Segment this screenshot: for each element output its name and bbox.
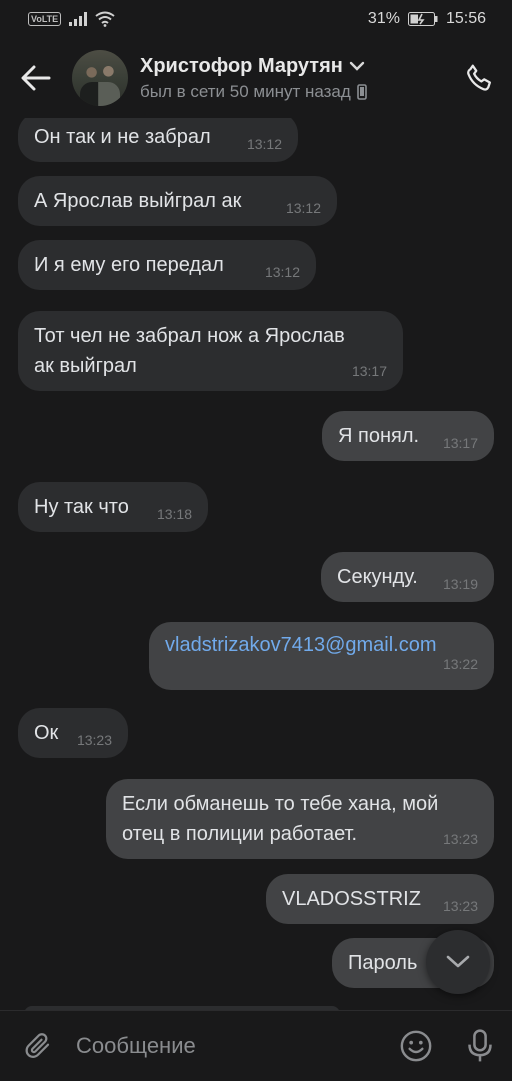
message-text: Тот чел не забрал нож а Ярослав — [34, 325, 345, 347]
message-outgoing[interactable]: Я понял. 13:17 — [322, 411, 494, 461]
message-text: А Ярослав выйграл ак — [34, 190, 242, 212]
message-text: ак выйграл — [34, 355, 137, 377]
message-text: Я понял. — [338, 425, 420, 447]
message-text: VLADOSSTRIZ — [282, 888, 421, 910]
message-outgoing[interactable]: Если обманешь то тебе хана, мой отец в п… — [106, 779, 494, 859]
smartphone-icon — [356, 83, 367, 100]
message-text: Ну так что — [34, 496, 129, 518]
scroll-down-button[interactable] — [426, 930, 490, 994]
chevron-down-icon — [446, 955, 470, 968]
message-incoming[interactable]: Тот чел не забрал нож а Ярослав ак выйгр… — [18, 311, 403, 391]
message-time: 13:19 — [442, 576, 478, 592]
battery-percent: 31% — [367, 10, 400, 27]
back-button[interactable] — [0, 38, 72, 118]
message-time: 13:23 — [76, 732, 112, 748]
message-outgoing[interactable]: VLADOSSTRIZ 13:23 — [266, 874, 494, 924]
call-button[interactable] — [448, 38, 512, 118]
chat-header: Христофор Марутян был в сети 50 минут на… — [0, 38, 512, 118]
message-input[interactable]: Сообщение — [76, 1033, 384, 1059]
message-time: 13:12 — [285, 200, 321, 216]
email-link[interactable]: vladstrizakov7413@gmail.com — [165, 630, 478, 660]
paperclip-icon — [25, 1032, 50, 1058]
message-text: Ок — [34, 722, 59, 744]
message-list[interactable]: Он так и не забрал 13:12 А Ярослав выйгр… — [0, 118, 512, 1010]
message-outgoing[interactable]: vladstrizakov7413@gmail.com 13:22 — [149, 622, 494, 690]
wifi-icon — [95, 11, 115, 27]
clock: 15:56 — [445, 10, 486, 27]
message-time: 13:17 — [442, 435, 478, 451]
smile-icon — [400, 1030, 432, 1061]
emoji-button[interactable] — [384, 1011, 448, 1081]
message-text: Пароль — [348, 952, 418, 974]
message-incoming[interactable]: И я ему его передал 13:12 — [18, 240, 316, 290]
peer-info[interactable]: Христофор Марутян был в сети 50 минут на… — [140, 55, 448, 102]
message-text: отец в полиции работает. — [122, 823, 358, 845]
chevron-down-icon — [349, 61, 365, 71]
volte-indicator: VoLTE — [28, 12, 62, 26]
message-incoming[interactable]: Он так и не забрал 13:12 — [18, 118, 298, 162]
message-incoming[interactable]: Ну так что 13:18 — [18, 482, 208, 532]
phone-icon — [467, 64, 491, 91]
message-text: Секунду. — [337, 566, 418, 588]
message-text: Если обманешь то тебе хана, мой — [122, 793, 439, 815]
avatar[interactable] — [72, 50, 128, 106]
message-composer: Сообщение — [0, 1010, 512, 1080]
message-time: 13:23 — [442, 898, 478, 914]
message-incoming[interactable]: А Ярослав выйграл ак 13:12 — [18, 176, 337, 226]
attach-button[interactable] — [0, 1011, 76, 1081]
message-time: 13:12 — [246, 136, 282, 152]
message-time: 13:18 — [156, 506, 192, 522]
peer-name: Христофор Марутян — [140, 54, 343, 77]
message-incoming[interactable]: Ок 13:23 — [18, 708, 128, 758]
message-text: И я ему его передал — [34, 254, 224, 276]
message-text: Он так и не забрал — [34, 126, 211, 148]
voice-button[interactable] — [448, 1011, 512, 1081]
status-bar: VoLTE 31% 15:56 — [0, 0, 512, 38]
message-time: 13:17 — [351, 363, 387, 379]
signal-icon — [69, 12, 88, 26]
message-time: 13:23 — [442, 831, 478, 847]
message-time: 13:12 — [264, 264, 300, 280]
microphone-icon — [468, 1028, 492, 1061]
message-outgoing[interactable]: Секунду. 13:19 — [321, 552, 494, 602]
peer-last-seen: был в сети 50 минут назад — [140, 81, 351, 101]
battery-icon — [407, 12, 438, 26]
arrow-left-icon — [21, 65, 51, 91]
